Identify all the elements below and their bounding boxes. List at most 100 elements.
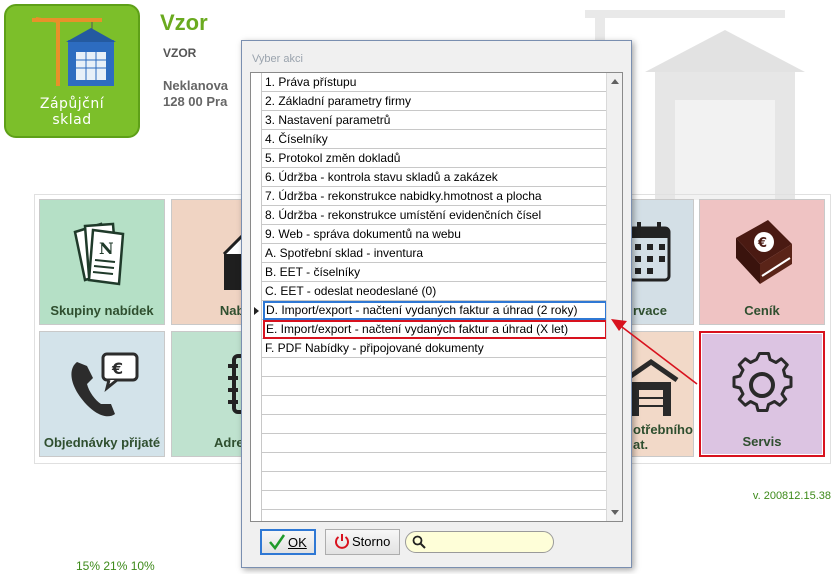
list-item[interactable]: F. PDF Nabídky - připojované dokumenty xyxy=(251,339,607,358)
usage-stats: 15% 21% 10% xyxy=(76,559,155,573)
vertical-scrollbar[interactable] xyxy=(606,73,622,521)
row-indicator xyxy=(251,149,262,168)
list-item[interactable]: 9. Web - správa dokumentů na webu xyxy=(251,225,607,244)
row-text: 9. Web - správa dokumentů na webu xyxy=(265,227,461,241)
power-icon xyxy=(335,534,349,549)
search-input[interactable] xyxy=(428,534,548,550)
company-name: VZOR xyxy=(163,46,197,60)
page-title: Vzor xyxy=(160,10,208,35)
search-icon xyxy=(412,535,426,549)
action-dialog: Vyber akci 1. Práva přístupu 2. Základní… xyxy=(241,40,632,568)
row-indicator xyxy=(251,282,262,301)
row-indicator xyxy=(251,472,262,491)
ok-button-label: OK xyxy=(288,535,307,550)
row-text: F. PDF Nabídky - připojované dokumenty xyxy=(265,341,484,355)
empty-row xyxy=(251,396,607,415)
empty-row xyxy=(251,434,607,453)
address-city: 128 00 Pra xyxy=(163,94,228,109)
tile-label: Ceník xyxy=(744,303,780,318)
row-text: A. Spotřební sklad - inventura xyxy=(265,246,424,260)
empty-row xyxy=(251,453,607,472)
list-item[interactable]: A. Spotřební sklad - inventura xyxy=(251,244,607,263)
tile-label-line1: otřebního xyxy=(633,422,693,437)
empty-row xyxy=(251,491,607,510)
tile-label: Objednávky přijaté xyxy=(43,435,161,450)
list-item-selected[interactable]: D. Import/export - načtení vydaných fakt… xyxy=(251,301,607,320)
crane-warehouse-icon xyxy=(32,17,116,86)
row-indicator xyxy=(251,491,262,510)
address-street: Neklanova xyxy=(163,78,229,93)
row-indicator xyxy=(251,73,262,92)
row-indicator xyxy=(251,434,262,453)
scroll-down-button[interactable] xyxy=(607,504,622,521)
chevron-up-icon xyxy=(611,79,619,84)
row-text: 2. Základní parametry firmy xyxy=(265,94,412,108)
row-text: 1. Práva přístupu xyxy=(265,75,357,89)
row-indicator xyxy=(251,187,262,206)
tile-cenik[interactable]: € Ceník xyxy=(699,199,825,325)
row-text: 3. Nastavení parametrů xyxy=(265,113,391,127)
row-indicator xyxy=(251,168,262,187)
row-text: 4. Číselníky xyxy=(265,132,328,146)
search-field[interactable] xyxy=(405,531,554,553)
row-indicator xyxy=(251,206,262,225)
row-indicator xyxy=(251,453,262,472)
dialog-title: Vyber akci xyxy=(252,53,303,65)
list-item[interactable]: 6. Údržba - kontrola stavu skladů a zaká… xyxy=(251,168,607,187)
ok-button[interactable]: OK xyxy=(260,529,316,555)
row-indicator xyxy=(251,377,262,396)
phone-euro-icon: € xyxy=(40,346,164,431)
row-indicator xyxy=(251,339,262,358)
list-item[interactable]: B. EET - číselníky xyxy=(251,263,607,282)
list-item-highlighted[interactable]: E. Import/export - načtení vydaných fakt… xyxy=(251,320,607,339)
version-label: v. 200812.15.38 xyxy=(752,490,831,502)
list-item[interactable]: 4. Číselníky xyxy=(251,130,607,149)
row-indicator xyxy=(251,396,262,415)
tile-skupiny-nabidek[interactable]: N Skupiny nabídek xyxy=(39,199,165,325)
chevron-down-icon xyxy=(611,510,619,515)
row-indicator xyxy=(251,301,262,320)
empty-row xyxy=(251,472,607,491)
app-logo: Zápůjční sklad xyxy=(4,4,140,138)
row-text: 5. Protokol změn dokladů xyxy=(265,151,401,165)
storno-button[interactable]: Storno xyxy=(325,529,400,555)
current-row-arrow-icon xyxy=(254,307,259,315)
logo-text: Zápůjční sklad xyxy=(6,96,138,128)
list-item[interactable]: C. EET - odeslat neodeslané (0) xyxy=(251,282,607,301)
row-indicator xyxy=(251,263,262,282)
list-item[interactable]: 1. Práva přístupu xyxy=(251,73,607,92)
empty-row xyxy=(251,510,607,521)
action-list[interactable]: 1. Práva přístupu 2. Základní parametry … xyxy=(250,72,623,522)
row-text: 6. Údržba - kontrola stavu skladů a zaká… xyxy=(265,170,498,184)
row-indicator xyxy=(251,358,262,377)
tile-label: Servis xyxy=(742,434,782,449)
row-text: 7. Údržba - rekonstrukce nabidky.hmotnos… xyxy=(265,189,542,203)
row-indicator xyxy=(251,244,262,263)
row-indicator xyxy=(251,130,262,149)
row-text: E. Import/export - načtení vydaných fakt… xyxy=(263,320,607,339)
row-indicator xyxy=(251,415,262,434)
list-item[interactable]: 2. Základní parametry firmy xyxy=(251,92,607,111)
scroll-up-button[interactable] xyxy=(607,73,622,90)
list-item[interactable]: 3. Nastavení parametrů xyxy=(251,111,607,130)
row-text: D. Import/export - načtení vydaných fakt… xyxy=(263,301,607,320)
row-text: B. EET - číselníky xyxy=(265,265,361,279)
empty-row xyxy=(251,377,607,396)
empty-row xyxy=(251,415,607,434)
checkmark-icon xyxy=(269,534,286,551)
list-item[interactable]: 7. Údržba - rekonstrukce nabidky.hmotnos… xyxy=(251,187,607,206)
list-item[interactable]: 8. Údržba - rekonstrukce umístění eviden… xyxy=(251,206,607,225)
row-text: 8. Údržba - rekonstrukce umístění eviden… xyxy=(265,208,542,222)
row-indicator xyxy=(251,510,262,521)
tile-servis[interactable]: Servis xyxy=(699,331,825,457)
row-indicator xyxy=(251,320,262,339)
row-indicator xyxy=(251,92,262,111)
list-item[interactable]: 5. Protokol změn dokladů xyxy=(251,149,607,168)
documents-icon: N xyxy=(40,214,164,299)
book-euro-icon: € xyxy=(700,214,824,299)
logo-text-line2: sklad xyxy=(52,112,92,128)
row-text: C. EET - odeslat neodeslané (0) xyxy=(265,284,437,298)
tile-objednavky-prijate[interactable]: € Objednávky přijaté xyxy=(39,331,165,457)
svg-text:N: N xyxy=(99,239,114,258)
svg-text:€: € xyxy=(111,359,123,378)
